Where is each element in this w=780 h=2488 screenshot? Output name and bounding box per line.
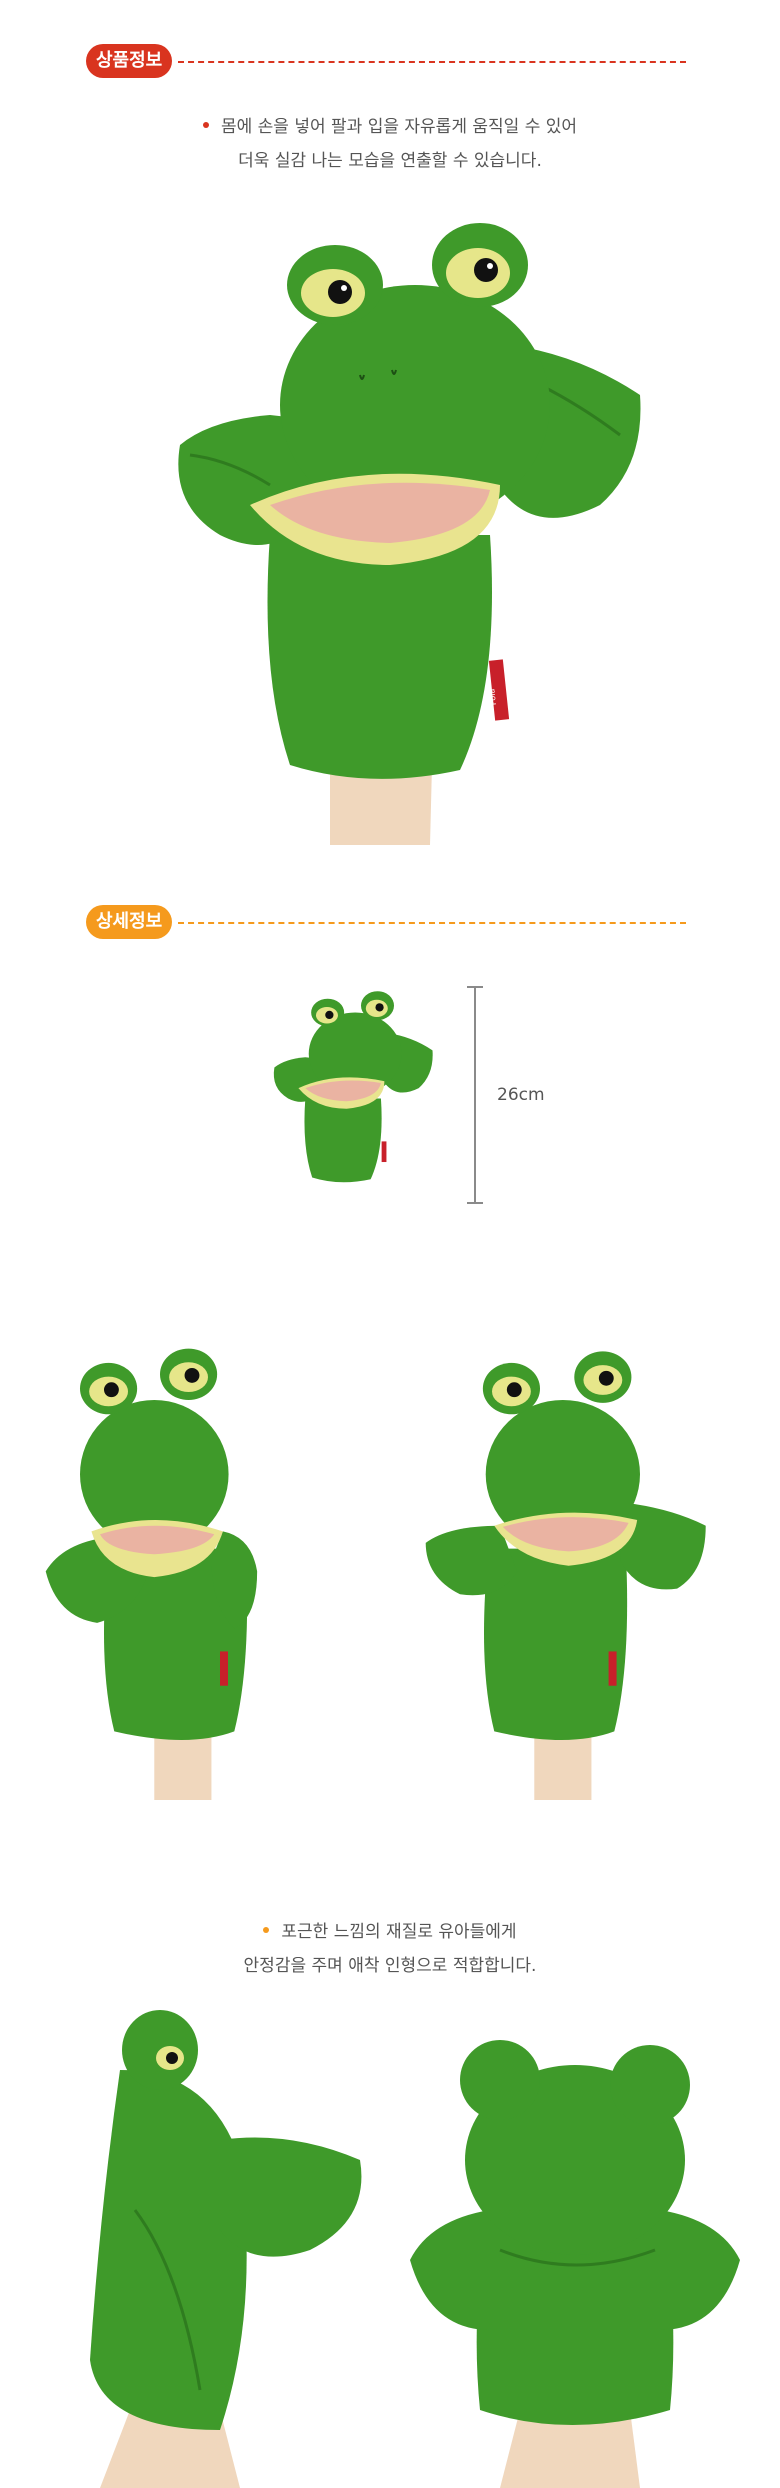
product-description-line1: 몸에 손을 넣어 팔과 입을 자유롭게 움직일 수 있어 (0, 110, 780, 144)
product-photo-front-left (45, 1348, 258, 1800)
material-description-line2: 안정감을 주며 애착 인형으로 적합합니다. (243, 1956, 537, 1976)
section-divider-product (178, 61, 686, 63)
height-dimension-line (467, 986, 483, 1204)
bullet-icon (202, 122, 209, 128)
brand-tag-text: Pola (487, 688, 498, 706)
product-photo-size (273, 991, 433, 1183)
product-description: 몸에 손을 넣어 팔과 입을 자유롭게 움직일 수 있어 더욱 실감 나는 모습… (0, 110, 780, 178)
product-photo-side (90, 2010, 362, 2488)
section-divider-detail (178, 922, 686, 924)
section-header-detail: 상세정보 (86, 905, 686, 939)
section-label-product: 상품정보 (86, 44, 173, 78)
height-dimension-label: 26cm (497, 1085, 545, 1105)
bullet-icon (263, 1927, 270, 1933)
section-label-detail: 상세정보 (86, 905, 173, 939)
section-header-product: 상품정보 (86, 44, 686, 78)
material-description: 포근한 느낌의 재질로 유아들에게 안정감을 주며 애착 인형으로 적합합니다. (0, 1915, 780, 1983)
product-description-line2: 더욱 실감 나는 모습을 연출할 수 있습니다. (238, 151, 542, 171)
product-photo-front-right (425, 1351, 706, 1800)
material-description-line1: 포근한 느낌의 재질로 유아들에게 (0, 1915, 780, 1949)
product-photo-back (410, 2040, 740, 2488)
product-photo-main: Pola (178, 223, 641, 845)
